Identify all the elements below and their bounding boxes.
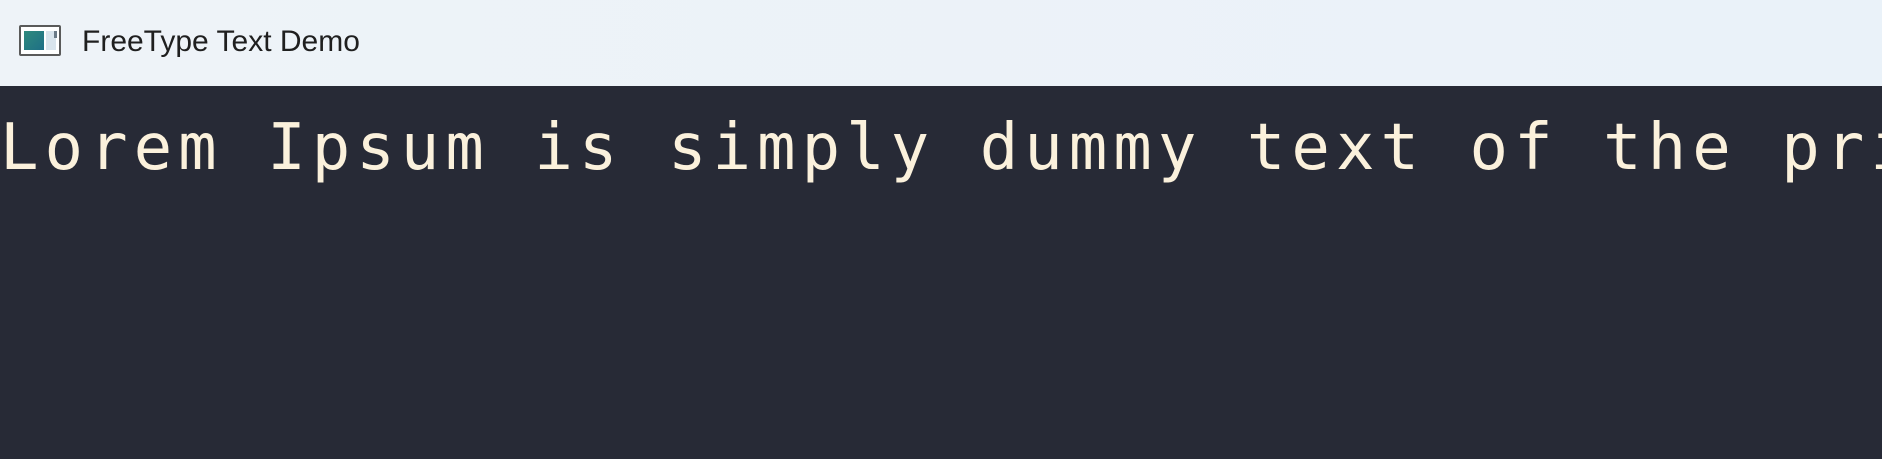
render-canvas: Lorem Ipsum is simply dummy text of the …	[0, 86, 1882, 459]
app-window: FreeType Text Demo Lorem Ipsum is simply…	[0, 0, 1882, 459]
window-title: FreeType Text Demo	[82, 25, 360, 58]
app-icon[interactable]	[19, 25, 61, 56]
app-icon-marker	[54, 31, 57, 38]
rendered-text-line: Lorem Ipsum is simply dummy text of the …	[0, 111, 1882, 185]
app-icon-left-pane	[24, 31, 44, 50]
title-bar[interactable]: FreeType Text Demo	[0, 0, 1882, 86]
